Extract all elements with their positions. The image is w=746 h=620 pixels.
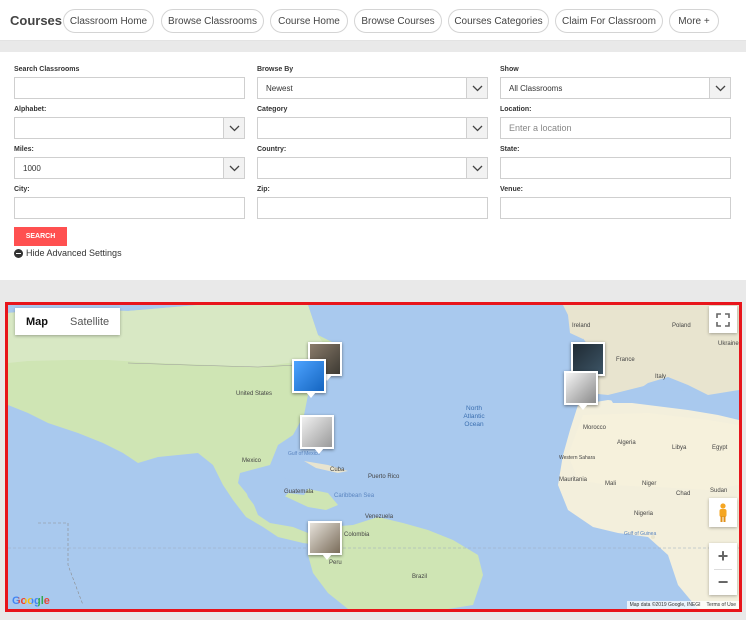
city-input[interactable] bbox=[14, 197, 245, 219]
chevron-down-icon[interactable] bbox=[709, 78, 730, 98]
map-marker[interactable] bbox=[564, 371, 598, 410]
map-marker[interactable] bbox=[292, 359, 326, 398]
chevron-down-icon[interactable] bbox=[466, 78, 487, 98]
state-label: State: bbox=[500, 146, 520, 153]
map-canvas[interactable] bbox=[8, 305, 739, 609]
show-select[interactable]: All Classrooms bbox=[500, 77, 731, 99]
map-container[interactable]: United States Mexico Gulf of Mexico Cuba… bbox=[5, 302, 742, 612]
venue-input[interactable] bbox=[500, 197, 731, 219]
miles-select[interactable]: 1000 bbox=[14, 157, 245, 179]
zoom-out-button[interactable]: − bbox=[709, 570, 737, 595]
map-type-map-button[interactable]: Map bbox=[15, 308, 59, 335]
country-select[interactable] bbox=[257, 157, 488, 179]
browse-by-label: Browse By bbox=[257, 66, 294, 73]
browse-by-value: Newest bbox=[266, 83, 293, 93]
search-panel: Search Classrooms Browse By Newest Show … bbox=[0, 52, 746, 280]
map-label: France bbox=[616, 357, 635, 363]
show-label: Show bbox=[500, 66, 519, 73]
map-label: Ireland bbox=[572, 323, 591, 329]
map-label: Sudan bbox=[710, 488, 728, 494]
map-label: Morocco bbox=[583, 425, 607, 431]
terms-of-use-link[interactable]: Terms of Use bbox=[707, 602, 736, 608]
map-marker[interactable] bbox=[300, 415, 334, 454]
map-data-credit: Map data ©2019 Google, INEGI bbox=[629, 602, 701, 608]
map-label: Egypt bbox=[712, 445, 728, 451]
map-label: Gulf of Guinea bbox=[624, 531, 657, 537]
map-label: Western Sahara bbox=[559, 455, 596, 461]
nav-claim-for-classroom[interactable]: Claim For Classroom bbox=[555, 9, 663, 33]
map-label: Algeria bbox=[617, 440, 636, 446]
nav-browse-courses[interactable]: Browse Courses bbox=[354, 9, 442, 33]
search-classrooms-label: Search Classrooms bbox=[14, 66, 80, 73]
google-logo-text: Google bbox=[12, 595, 50, 607]
hide-advanced-label: Hide Advanced Settings bbox=[26, 248, 122, 258]
map-label: Mauritania bbox=[559, 477, 588, 483]
fullscreen-icon bbox=[716, 312, 730, 327]
browse-by-select[interactable]: Newest bbox=[257, 77, 488, 99]
nav-more-button[interactable]: More + bbox=[669, 9, 719, 33]
top-navigation: Courses Classroom Home Browse Classrooms… bbox=[0, 0, 746, 41]
chevron-down-icon[interactable] bbox=[223, 158, 244, 178]
map-label: Colombia bbox=[344, 532, 370, 538]
search-button[interactable]: SEARCH bbox=[14, 227, 67, 246]
map-attribution: Map data ©2019 Google, INEGI Terms of Us… bbox=[626, 601, 739, 609]
map-label: Guatemala bbox=[284, 489, 314, 495]
zoom-in-button[interactable]: + bbox=[709, 543, 737, 569]
nav-classroom-home[interactable]: Classroom Home bbox=[63, 9, 154, 33]
map-label: Peru bbox=[329, 560, 342, 566]
chevron-down-icon[interactable] bbox=[223, 118, 244, 138]
category-label: Category bbox=[257, 106, 288, 113]
map-label: Puerto Rico bbox=[368, 474, 400, 480]
chevron-down-icon[interactable] bbox=[466, 118, 487, 138]
map-label: Mexico bbox=[242, 458, 262, 464]
map-label: Nigeria bbox=[634, 511, 654, 517]
city-label: City: bbox=[14, 186, 30, 193]
venue-label: Venue: bbox=[500, 186, 523, 193]
map-label: Poland bbox=[672, 323, 691, 329]
location-label: Location: bbox=[500, 106, 532, 113]
miles-label: Miles: bbox=[14, 146, 34, 153]
map-label: Niger bbox=[642, 481, 657, 487]
show-value: All Classrooms bbox=[509, 83, 563, 93]
map-type-satellite-button[interactable]: Satellite bbox=[59, 308, 120, 335]
hide-advanced-toggle[interactable]: Hide Advanced Settings bbox=[14, 248, 122, 258]
google-logo: Google bbox=[12, 595, 50, 607]
nav-courses-categories[interactable]: Courses Categories bbox=[448, 9, 549, 33]
search-classrooms-input[interactable] bbox=[14, 77, 245, 99]
brand-title[interactable]: Courses bbox=[10, 13, 62, 28]
pegman-icon bbox=[719, 502, 727, 522]
map-label: North Atlantic Ocean bbox=[463, 405, 485, 428]
category-select[interactable] bbox=[257, 117, 488, 139]
map-label: Chad bbox=[676, 491, 691, 497]
alphabet-select[interactable] bbox=[14, 117, 245, 139]
minus-circle-icon bbox=[14, 248, 23, 258]
map-label: Brazil bbox=[412, 574, 428, 580]
nav-course-home[interactable]: Course Home bbox=[270, 9, 348, 33]
fullscreen-button[interactable] bbox=[709, 306, 737, 333]
nav-browse-classrooms[interactable]: Browse Classrooms bbox=[161, 9, 264, 33]
zoom-control: + − bbox=[709, 543, 737, 595]
map-label: Venezuela bbox=[365, 514, 394, 520]
state-input[interactable] bbox=[500, 157, 731, 179]
map-label: Libya bbox=[672, 445, 687, 451]
zip-label: Zip: bbox=[257, 186, 270, 193]
map-label: Caribbean Sea bbox=[334, 493, 375, 499]
chevron-down-icon[interactable] bbox=[466, 158, 487, 178]
alphabet-label: Alphabet: bbox=[14, 106, 47, 113]
map-label: Mali bbox=[605, 481, 617, 487]
miles-value: 1000 bbox=[23, 163, 41, 173]
zip-input[interactable] bbox=[257, 197, 488, 219]
map-label: United States bbox=[236, 391, 273, 397]
map-marker[interactable] bbox=[308, 521, 342, 560]
street-view-pegman-button[interactable] bbox=[709, 498, 737, 527]
map-label: Italy bbox=[655, 374, 667, 380]
map-label: Ukraine bbox=[718, 341, 739, 347]
map-type-control: Map Satellite bbox=[15, 308, 121, 335]
country-label: Country: bbox=[257, 146, 287, 153]
map-label: Cuba bbox=[330, 467, 345, 473]
location-input[interactable]: Enter a location bbox=[500, 117, 731, 139]
